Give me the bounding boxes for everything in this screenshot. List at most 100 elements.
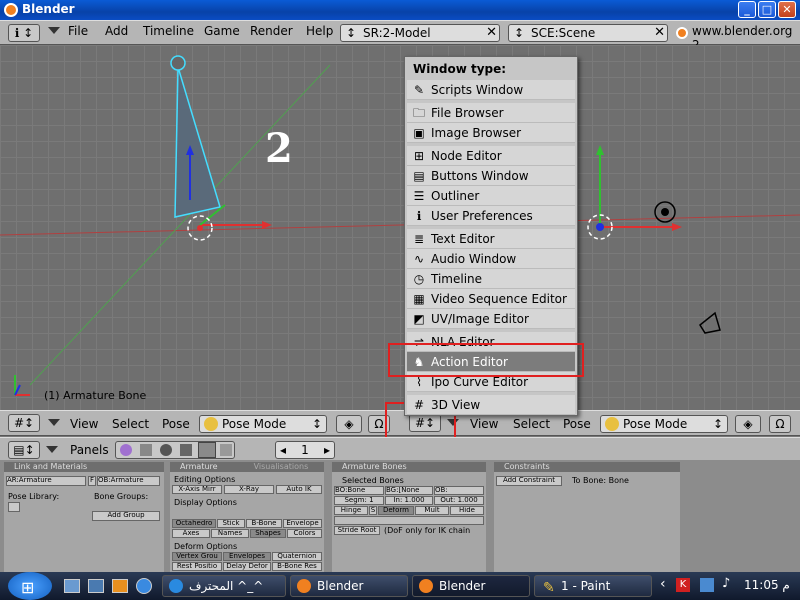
bone-layers[interactable] — [334, 516, 484, 525]
menu-item-audio-window[interactable]: ∿ Audio Window — [407, 249, 575, 269]
minimize-button[interactable]: _ — [738, 1, 756, 18]
right-draw-type-button[interactable]: ◈ — [735, 415, 761, 433]
task-paint[interactable]: ✎ 1 - Paint — [534, 575, 652, 597]
object-icon[interactable] — [180, 444, 192, 456]
tray-antivirus-icon[interactable]: K — [676, 578, 690, 592]
frame-field[interactable]: ◂ 1 ▸ — [275, 441, 335, 459]
deform-toggle[interactable]: Deform — [378, 506, 414, 515]
menu-item-uv-image-editor[interactable]: ◩ UV/Image Editor — [407, 309, 575, 329]
start-button[interactable]: ⊞ — [8, 572, 52, 600]
envelopes-toggle[interactable]: Envelopes — [223, 552, 271, 561]
segments-field[interactable]: Segm: 1 — [334, 496, 384, 505]
menu-item-image-browser[interactable]: ▣ Image Browser — [407, 123, 575, 143]
buttons-window-type-button[interactable]: ▤↕ — [8, 441, 40, 459]
script-icon[interactable] — [140, 444, 152, 456]
stick-toggle[interactable]: Stick — [217, 519, 245, 528]
left-mode-select[interactable]: Pose Mode ↕ — [199, 415, 327, 433]
menu-item-buttons-window[interactable]: ▤ Buttons Window — [407, 166, 575, 186]
shapes-toggle[interactable]: Shapes — [250, 529, 286, 538]
axes-toggle[interactable]: Axes — [172, 529, 210, 538]
tray-network-icon[interactable] — [700, 578, 714, 592]
window-type-button[interactable]: ℹ ↕ — [8, 24, 40, 42]
add-group-button[interactable]: Add Group — [92, 511, 160, 521]
menu-item-3d-view[interactable]: #3D View — [407, 395, 575, 415]
frame-right-arrow-icon[interactable]: ▸ — [324, 442, 330, 458]
menu-render[interactable]: Render — [250, 24, 293, 38]
screen-field[interactable]: ↕ SR:2-Model ✕ — [340, 24, 500, 42]
menu-item-timeline[interactable]: ◷ Timeline — [407, 269, 575, 289]
menu-item-outliner[interactable]: ☰ Outliner — [407, 186, 575, 206]
scene-field[interactable]: ↕ SCE:Scene ✕ — [508, 24, 668, 42]
buttons-collapse-icon[interactable] — [46, 446, 58, 453]
right-menu-pose[interactable]: Pose — [563, 417, 591, 431]
task-blender-1[interactable]: Blender — [290, 575, 408, 597]
bone-name-field[interactable]: BO:Bone — [334, 486, 384, 495]
add-constraint-button[interactable]: Add Constraint — [496, 476, 562, 486]
envelope-toggle[interactable]: Envelope — [283, 519, 322, 528]
menu-game[interactable]: Game — [204, 24, 240, 38]
ease-in-field[interactable]: In: 1.000 — [385, 496, 433, 505]
menu-item-text-editor[interactable]: ≣ Text Editor — [407, 229, 575, 249]
scene-delete-icon[interactable]: ✕ — [654, 25, 665, 41]
right-menu-view[interactable]: View — [470, 417, 498, 431]
fake-user-button[interactable]: F — [88, 476, 96, 486]
quicklaunch-media-icon[interactable] — [112, 579, 128, 593]
left-menu-pose[interactable]: Pose — [162, 417, 190, 431]
pose-library-menu[interactable] — [8, 502, 20, 512]
quicklaunch-desktop-icon[interactable] — [64, 579, 80, 593]
xray-toggle[interactable]: X-Ray — [224, 485, 274, 494]
task-blender-2[interactable]: Blender — [412, 575, 530, 597]
menu-timeline[interactable]: Timeline — [143, 24, 194, 38]
armature-datablock-field[interactable]: AR:Armature — [6, 476, 86, 486]
hide-toggle[interactable]: Hide — [450, 506, 484, 515]
quicklaunch-explorer-icon[interactable] — [88, 579, 104, 593]
menu-item-user-preferences[interactable]: ℹ User Preferences — [407, 206, 575, 226]
stride-root-toggle[interactable]: Stride Root — [334, 526, 380, 535]
menu-add[interactable]: Add — [105, 24, 128, 38]
close-button[interactable]: ✕ — [778, 1, 796, 18]
logic-icon[interactable] — [120, 444, 132, 456]
tray-expand-icon[interactable]: ‹ — [660, 576, 666, 592]
maximize-button[interactable]: □ — [758, 1, 776, 18]
clock[interactable]: 11:05 م — [744, 578, 790, 592]
xaxis-mirror-toggle[interactable]: X-Axis Mirr — [172, 485, 222, 494]
left-window-type-button[interactable]: #↕ — [8, 414, 40, 432]
editing-icon[interactable] — [198, 442, 216, 458]
menu-item-file-browser[interactable]: 🗀 File Browser — [407, 103, 575, 123]
tab-armature[interactable]: Armature — [180, 462, 218, 471]
vertex-groups-toggle[interactable]: Vertex Grou — [172, 552, 222, 561]
quicklaunch-browser-icon[interactable] — [136, 578, 152, 594]
menu-item-node-editor[interactable]: ⊞ Node Editor — [407, 146, 575, 166]
frame-left-arrow-icon[interactable]: ◂ — [280, 442, 286, 458]
menu-item-scripts-window[interactable]: ✎ Scripts Window — [407, 80, 575, 100]
ease-out-field[interactable]: Out: 1.000 — [434, 496, 484, 505]
auto-ik-toggle[interactable]: Auto IK — [276, 485, 322, 494]
tray-volume-icon[interactable]: ♪ — [722, 576, 730, 591]
delay-deform-toggle[interactable]: Delay Defor — [223, 562, 271, 571]
colors-toggle[interactable]: Colors — [287, 529, 322, 538]
right-magnet-button[interactable]: Ω — [769, 415, 791, 433]
bone-group-field[interactable]: BG:[None — [385, 486, 433, 495]
screen-delete-icon[interactable]: ✕ — [486, 25, 497, 41]
left-menu-view[interactable]: View — [70, 417, 98, 431]
bbone-rest-toggle[interactable]: B-Bone Res — [272, 562, 322, 571]
scene-icon[interactable] — [220, 444, 232, 456]
bone-object-field[interactable]: OB: — [434, 486, 484, 495]
task-internet-explorer[interactable]: ^_^ المحترف — [162, 575, 286, 597]
octahedron-toggle[interactable]: Octahedro — [172, 519, 216, 528]
shading-icon[interactable] — [160, 444, 172, 456]
collapse-triangle-icon[interactable] — [48, 27, 60, 34]
left-collapse-icon[interactable] — [48, 419, 60, 426]
object-datablock-field[interactable]: OB:Armature — [97, 476, 160, 486]
right-mode-select[interactable]: Pose Mode ↕ — [600, 415, 728, 433]
left-draw-type-button[interactable]: ◈ — [336, 415, 362, 433]
tab-visualisations[interactable]: Visualisations — [254, 462, 309, 471]
mult-toggle[interactable]: Mult — [415, 506, 449, 515]
bbone-toggle[interactable]: B-Bone — [246, 519, 282, 528]
quaternion-toggle[interactable]: Quaternion — [272, 552, 322, 561]
menu-help[interactable]: Help — [306, 24, 333, 38]
hinge-toggle[interactable]: Hinge — [334, 506, 368, 515]
menu-item-video-sequence-editor[interactable]: ▦ Video Sequence Editor — [407, 289, 575, 309]
right-menu-select[interactable]: Select — [513, 417, 550, 431]
names-toggle[interactable]: Names — [211, 529, 249, 538]
